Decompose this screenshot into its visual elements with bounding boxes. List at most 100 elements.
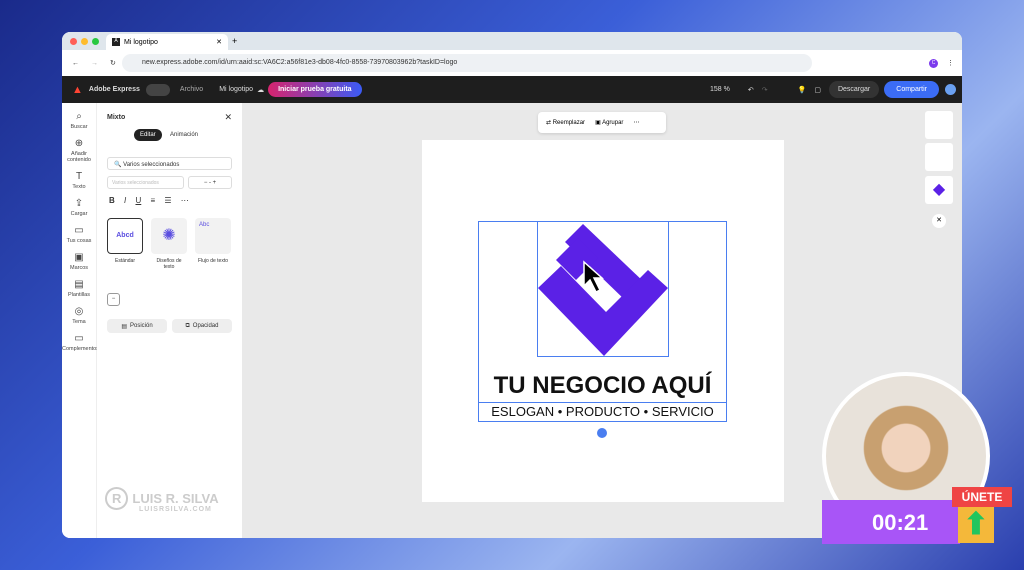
adobe-icon: A xyxy=(112,38,120,46)
panel-title: Mixto xyxy=(107,114,126,121)
tab-animacion[interactable]: Animación xyxy=(170,132,198,138)
menu-icon[interactable]: ⋮ xyxy=(947,59,954,67)
style-standard[interactable]: Abcd xyxy=(107,218,143,254)
minimize-button[interactable] xyxy=(81,38,88,45)
profile-avatar[interactable]: C xyxy=(929,58,938,68)
rail-label: Texto xyxy=(72,184,86,190)
font-select-value: Varios seleccionados xyxy=(123,162,180,168)
addons-icon: ▭ xyxy=(74,333,84,344)
flow-preview: Abc xyxy=(199,222,210,228)
app-name: Adobe Express xyxy=(88,86,140,93)
close-thumbnails-icon[interactable]: ✕ xyxy=(932,214,946,228)
user-avatar[interactable] xyxy=(945,84,956,95)
opacity-label: Opacidad xyxy=(192,323,219,329)
rail-label: Complementos xyxy=(62,346,99,352)
collapse-button[interactable]: − xyxy=(107,293,120,306)
tab-bar: A Mi logotipo ✕ + xyxy=(62,32,962,50)
group-button[interactable]: ▣ Agrupar xyxy=(595,119,623,126)
close-panel-icon[interactable]: ✕ xyxy=(224,112,232,123)
tab-editar[interactable]: Editar xyxy=(134,129,162,141)
page-thumbnail-1[interactable] xyxy=(925,111,953,139)
group-label: Agrupar xyxy=(602,120,624,126)
close-tab-icon[interactable]: ✕ xyxy=(216,38,222,46)
theme-icon: ◎ xyxy=(74,306,84,317)
context-toolbar: ⇄ Reemplazar ▣ Agrupar ⋯ xyxy=(538,112,666,133)
logo-mark[interactable] xyxy=(537,221,669,357)
rail-item-template[interactable]: ▤ Plantillas xyxy=(62,279,96,298)
search-icon: ⌕ xyxy=(76,111,82,122)
design-page[interactable]: TU NEGOCIO AQUÍ ESLOGAN • PRODUCTO • SER… xyxy=(422,140,784,502)
lightbulb-icon[interactable]: 💡 xyxy=(798,86,807,94)
template-icon: ▤ xyxy=(74,279,84,290)
style-label: Flujo de texto xyxy=(197,258,229,264)
reload-icon[interactable]: ↻ xyxy=(110,59,116,67)
tab-mi-logotipo[interactable]: A Mi logotipo ✕ xyxy=(106,34,228,50)
plus-icon: ⊕ xyxy=(74,138,84,149)
watermark: R LUIS R. SILVA LUISRSILVA.COM xyxy=(105,487,219,513)
rail-item-upload[interactable]: ⇪ Cargar xyxy=(62,198,96,217)
rail-item-folder[interactable]: ▭ Tus cosas xyxy=(62,225,96,244)
redo-icon[interactable]: ↷ xyxy=(762,86,768,94)
undo-icon[interactable]: ↶ xyxy=(748,86,754,94)
upload-icon: ⇪ xyxy=(74,198,84,209)
text-icon: T xyxy=(75,171,83,182)
rail-label: Cargar xyxy=(70,211,88,217)
zoom-level[interactable]: 158 % xyxy=(710,86,730,93)
logo-title[interactable]: TU NEGOCIO AQUÍ xyxy=(478,372,727,400)
timer: 00:21 xyxy=(822,500,960,544)
rail-item-theme[interactable]: ◎ Tema xyxy=(62,306,96,325)
download-button[interactable]: Descargar xyxy=(828,81,880,98)
file-menu[interactable]: Archivo xyxy=(180,86,203,93)
page-thumbnail-3[interactable]: ◆ xyxy=(925,176,953,204)
document-name[interactable]: Mi logotipo xyxy=(219,86,253,93)
rail-label: Tus cosas xyxy=(66,238,92,244)
back-icon[interactable]: ← xyxy=(72,60,79,67)
folder-icon: ▭ xyxy=(74,225,84,236)
left-rail: ⌕ Buscar ⊕ Añadir contenido T Texto ⇪ Cargar ▭ Tu… xyxy=(62,103,99,538)
share-button[interactable]: Compartir xyxy=(884,81,939,98)
size-select[interactable]: Varios seleccionados xyxy=(107,176,184,189)
font-select[interactable]: 🔍 Varios seleccionados xyxy=(107,157,232,170)
rail-label: Buscar xyxy=(70,124,88,130)
rail-item-plus[interactable]: ⊕ Añadir contenido xyxy=(62,138,96,163)
style-text-flow[interactable]: Abc xyxy=(195,218,231,254)
page-thumbnail-2[interactable] xyxy=(925,143,953,171)
tab-title: Mi logotipo xyxy=(124,38,158,46)
logo-slogan[interactable]: ESLOGAN • PRODUCTO • SERVICIO xyxy=(478,402,727,419)
forward-icon[interactable]: → xyxy=(91,60,98,67)
maximize-button[interactable] xyxy=(92,38,99,45)
size-stepper[interactable]: − - + xyxy=(188,176,232,189)
rail-item-search[interactable]: ⌕ Buscar xyxy=(62,111,96,130)
format-toolbar[interactable]: B I U ≡ ☰ ⋯ xyxy=(109,196,189,205)
comment-icon[interactable]: ▢ xyxy=(814,86,821,94)
style-text-design[interactable]: ✺ xyxy=(151,218,187,254)
address-bar-row: ← → ↻ new.express.adobe.com/id/urn:aaid:… xyxy=(62,50,962,76)
adobe-express-logo-icon: ▲ xyxy=(72,83,83,96)
frame-icon: ▣ xyxy=(74,252,84,263)
replace-button[interactable]: ⇄ Reemplazar xyxy=(546,119,585,126)
trial-button[interactable]: Iniciar prueba gratuita xyxy=(268,82,362,97)
new-tab-icon[interactable]: + xyxy=(232,36,237,46)
rail-item-text[interactable]: T Texto xyxy=(62,171,96,190)
watermark-name: LUIS R. SILVA xyxy=(132,491,219,506)
mode-toggle[interactable] xyxy=(145,83,170,96)
watermark-site: LUISRSILVA.COM xyxy=(139,506,212,513)
properties-panel: Mixto ✕ Editar Animación 🔍 Varios selecc… xyxy=(97,103,242,538)
rail-label: Marcos xyxy=(69,265,89,271)
up-arrow-icon: ⬆ xyxy=(958,507,994,543)
app-header: ▲ Adobe Express Archivo Mi logotipo ☁ In… xyxy=(62,76,962,103)
more-icon[interactable]: ⋯ xyxy=(633,119,639,126)
style-label: Estándar xyxy=(114,258,135,264)
rotate-handle[interactable] xyxy=(597,428,607,438)
rail-label: Plantillas xyxy=(67,292,90,298)
url-input[interactable]: new.express.adobe.com/id/urn:aaid:sc:VA6… xyxy=(122,54,812,72)
rail-item-addons[interactable]: ▭ Complementos xyxy=(62,333,99,352)
diamond-logo-icon xyxy=(538,224,668,356)
join-badge[interactable]: ÚNETE xyxy=(952,487,1012,507)
style-label: Diseños de texto xyxy=(156,258,182,270)
opacity-button[interactable]: ⧉ Opacidad xyxy=(172,319,232,333)
cloud-icon: ☁ xyxy=(257,86,265,94)
position-button[interactable]: ▤ Posición xyxy=(107,319,167,333)
close-window-button[interactable] xyxy=(70,38,77,45)
rail-item-frame[interactable]: ▣ Marcos xyxy=(62,252,96,271)
